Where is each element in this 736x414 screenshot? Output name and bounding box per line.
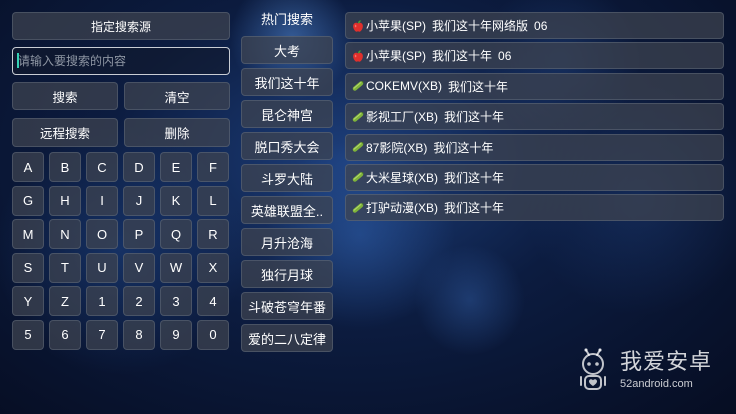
- hot-search-item[interactable]: 斗罗大陆: [241, 164, 333, 192]
- clear-button[interactable]: 清空: [124, 82, 230, 110]
- key-4[interactable]: 4: [197, 286, 229, 317]
- key-3[interactable]: 3: [160, 286, 192, 317]
- key-m[interactable]: M: [12, 219, 44, 250]
- result-row[interactable]: 87影院(XB) 我们这十年: [345, 133, 724, 161]
- result-source: 打驴动漫(XB): [366, 201, 439, 216]
- key-t[interactable]: T: [49, 252, 81, 283]
- key-u[interactable]: U: [86, 252, 118, 283]
- hot-search-item[interactable]: 大考: [241, 36, 333, 64]
- delete-button[interactable]: 删除: [124, 118, 230, 147]
- result-source: 影视工厂(XB): [366, 110, 439, 125]
- key-8[interactable]: 8: [123, 319, 155, 350]
- key-v[interactable]: V: [123, 252, 155, 283]
- key-a[interactable]: A: [12, 152, 44, 182]
- result-title: 我们这十年: [444, 110, 505, 125]
- key-c[interactable]: C: [86, 152, 118, 182]
- watermark-brand: 我爱安卓: [620, 349, 713, 374]
- result-row[interactable]: 小苹果(SP) 我们这十年网络版 06: [345, 12, 724, 39]
- search-results-list: 小苹果(SP) 我们这十年网络版 06 小苹果(SP) 我们这十年 06 COKEMV(XB…: [345, 12, 724, 222]
- remote-search-button[interactable]: 远程搜索: [12, 118, 118, 147]
- key-9[interactable]: 9: [160, 319, 192, 350]
- search-input[interactable]: [13, 48, 229, 74]
- key-7[interactable]: 7: [86, 319, 118, 350]
- key-k[interactable]: K: [160, 185, 192, 216]
- key-x[interactable]: X: [197, 252, 229, 283]
- key-2[interactable]: 2: [123, 286, 155, 317]
- specify-source-button[interactable]: 指定搜索源: [12, 12, 230, 40]
- key-n[interactable]: N: [49, 219, 81, 250]
- result-episode: 06: [534, 18, 548, 33]
- cucumber-icon: [351, 170, 365, 184]
- result-title: 我们这十年: [444, 170, 505, 185]
- hot-search-item[interactable]: 独行月球: [241, 260, 333, 288]
- cucumber-icon: [351, 140, 365, 154]
- hot-search-item[interactable]: 月升沧海: [241, 228, 333, 256]
- result-source: 小苹果(SP): [366, 49, 427, 64]
- key-6[interactable]: 6: [49, 319, 81, 350]
- result-title: 我们这十年: [448, 79, 509, 94]
- result-source: 小苹果(SP): [366, 19, 427, 33]
- key-0[interactable]: 0: [197, 319, 229, 350]
- hot-search-title: 热门搜索: [260, 12, 313, 27]
- result-source: 大米星球(XB): [366, 170, 439, 185]
- key-o[interactable]: O: [86, 219, 118, 250]
- result-source: 87影院(XB): [366, 140, 428, 155]
- result-row[interactable]: COKEMV(XB) 我们这十年: [345, 72, 724, 100]
- key-g[interactable]: G: [12, 185, 44, 216]
- key-r[interactable]: R: [197, 219, 229, 250]
- hot-search-item[interactable]: 我们这十年: [241, 68, 333, 96]
- key-s[interactable]: S: [12, 252, 44, 283]
- key-i[interactable]: I: [86, 185, 118, 216]
- result-episode: 06: [498, 48, 512, 63]
- result-title: 我们这十年网络版: [432, 19, 529, 33]
- text-caret: [17, 53, 19, 68]
- on-screen-keyboard: ABCDEF GHIJKL MNOPQR STUVWX YZ1234 567890: [12, 152, 229, 350]
- hot-search-item[interactable]: 爱的二八定律: [241, 324, 333, 352]
- key-e[interactable]: E: [160, 152, 192, 182]
- hot-search-item[interactable]: 昆仑神宫: [241, 100, 333, 128]
- result-title: 我们这十年: [444, 201, 505, 216]
- key-w[interactable]: W: [160, 252, 192, 283]
- key-p[interactable]: P: [123, 219, 155, 250]
- key-d[interactable]: D: [123, 152, 155, 182]
- key-f[interactable]: F: [197, 152, 229, 182]
- key-y[interactable]: Y: [12, 286, 44, 317]
- key-z[interactable]: Z: [49, 286, 81, 317]
- apple-icon: [351, 49, 365, 63]
- cucumber-icon: [351, 79, 365, 93]
- hot-search-item[interactable]: 英雄联盟全..: [241, 196, 333, 224]
- key-1[interactable]: 1: [86, 286, 118, 317]
- cucumber-icon: [351, 201, 365, 215]
- cucumber-icon: [351, 110, 365, 124]
- watermark-url: 52android.com: [620, 378, 693, 390]
- result-row[interactable]: 打驴动漫(XB) 我们这十年: [345, 194, 724, 222]
- result-row[interactable]: 影视工厂(XB) 我们这十年: [345, 103, 724, 131]
- result-title: 我们这十年: [432, 49, 493, 64]
- key-l[interactable]: L: [197, 185, 229, 216]
- hot-search-item[interactable]: 斗破苍穹年番: [241, 292, 333, 320]
- key-h[interactable]: H: [49, 185, 81, 216]
- key-j[interactable]: J: [123, 185, 155, 216]
- search-button[interactable]: 搜索: [12, 82, 118, 110]
- hot-search-list: 大考我们这十年昆仑神宫脱口秀大会斗罗大陆英雄联盟全.. 月升沧海独行月球斗破苍穹年…: [241, 36, 333, 352]
- key-5[interactable]: 5: [12, 319, 44, 350]
- apple-icon: [351, 19, 365, 33]
- result-title: 我们这十年: [433, 140, 494, 155]
- result-row[interactable]: 大米星球(XB) 我们这十年: [345, 163, 724, 191]
- watermark: 我爱安卓 52android.com: [577, 347, 717, 395]
- key-b[interactable]: B: [49, 152, 81, 182]
- search-field[interactable]: [12, 47, 230, 75]
- hot-search-item[interactable]: 脱口秀大会: [241, 132, 333, 160]
- result-row[interactable]: 小苹果(SP) 我们这十年 06: [345, 42, 724, 70]
- key-q[interactable]: Q: [160, 219, 192, 250]
- android-robot-icon: [580, 348, 606, 390]
- result-source: COKEMV(XB): [366, 79, 443, 94]
